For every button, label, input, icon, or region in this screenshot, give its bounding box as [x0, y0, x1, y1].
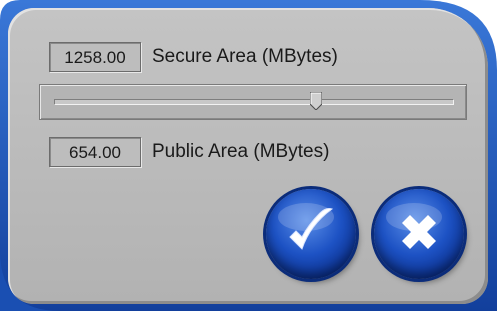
public-area-value: 654.00	[49, 137, 141, 167]
partition-slider[interactable]	[39, 84, 467, 120]
slider-track	[54, 99, 454, 105]
secure-area-label: Secure Area (MBytes)	[152, 46, 338, 67]
slider-thumb[interactable]	[309, 92, 322, 110]
ok-button[interactable]	[266, 189, 356, 279]
secure-area-value: 1258.00	[49, 42, 141, 72]
cancel-button[interactable]	[374, 189, 464, 279]
x-icon	[386, 203, 442, 249]
checkmark-icon	[278, 203, 334, 250]
public-area-label: Public Area (MBytes)	[152, 141, 330, 162]
